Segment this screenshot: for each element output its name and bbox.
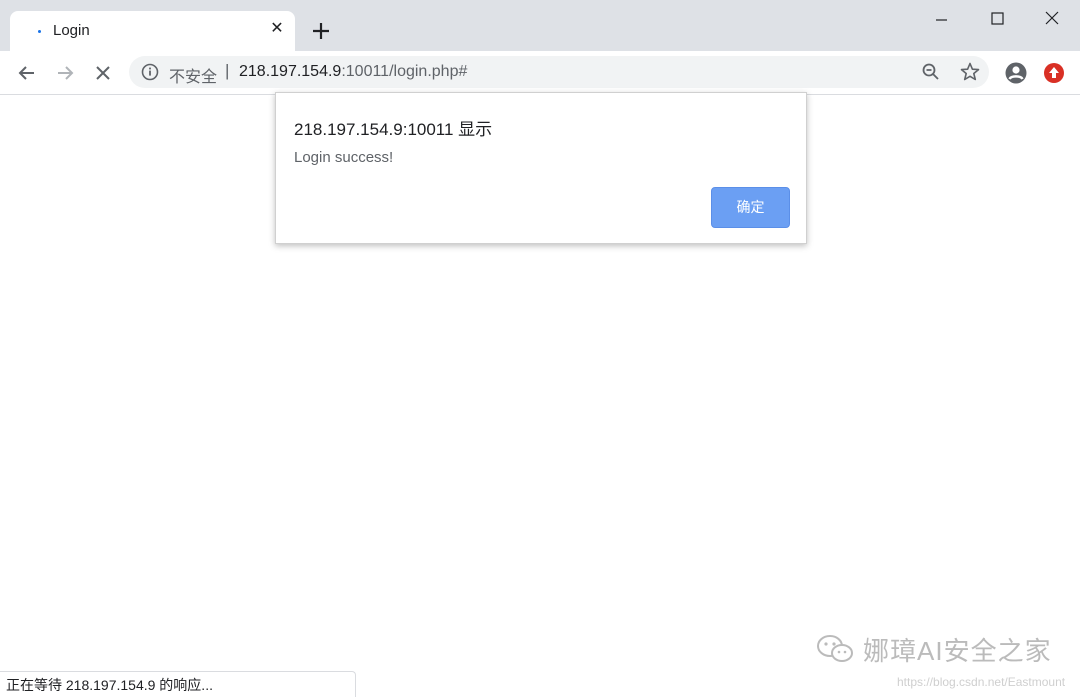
favicon-icon <box>38 30 41 33</box>
minimize-icon[interactable] <box>918 6 964 34</box>
dialog-message: Login success! <box>294 149 394 166</box>
stop-icon[interactable] <box>89 59 117 87</box>
info-icon[interactable] <box>141 63 159 81</box>
watermark: 娜璋AI安全之家 <box>815 632 1052 666</box>
maximize-icon[interactable] <box>974 6 1020 34</box>
profile-icon[interactable] <box>1004 61 1028 85</box>
window-close-icon[interactable] <box>1029 6 1075 34</box>
status-bubble: 正在等待 218.197.154.9 的响应... <box>0 671 356 697</box>
wechat-icon <box>817 635 853 662</box>
close-icon[interactable]: ✕ <box>267 19 287 39</box>
tab-login[interactable]: Login ✕ <box>10 11 295 51</box>
tab-title: Login <box>53 22 90 39</box>
watermark-url: https://blog.csdn.net/Eastmount <box>897 675 1066 689</box>
url-text[interactable]: 218.197.154.9:10011/login.php# <box>239 63 467 81</box>
not-secure-label[interactable]: 不安全 <box>169 63 217 87</box>
toolbar: 不安全 | 218.197.154.9:10011/login.php# <box>0 51 1080 95</box>
tab-strip: Login ✕ <box>0 0 1080 51</box>
url-host: 218.197.154.9 <box>239 63 342 80</box>
star-icon[interactable] <box>959 61 981 83</box>
plus-icon[interactable] <box>308 18 334 44</box>
extension-icon[interactable] <box>1042 61 1066 85</box>
dialog-title: 218.197.154.9:10011 显示 <box>294 120 493 139</box>
alert-dialog: 218.197.154.9:10011 显示 Login success! 确定 <box>275 92 807 244</box>
ok-button[interactable]: 确定 <box>711 187 790 228</box>
url-separator: | <box>225 61 230 80</box>
zoom-icon[interactable] <box>921 62 941 82</box>
watermark-text: 娜璋AI安全之家 <box>863 635 1052 666</box>
address-bar[interactable]: 不安全 | 218.197.154.9:10011/login.php# <box>129 56 989 88</box>
forward-arrow-icon[interactable] <box>51 59 79 87</box>
url-path: :10011/login.php# <box>341 63 468 80</box>
back-arrow-icon[interactable] <box>13 59 41 87</box>
